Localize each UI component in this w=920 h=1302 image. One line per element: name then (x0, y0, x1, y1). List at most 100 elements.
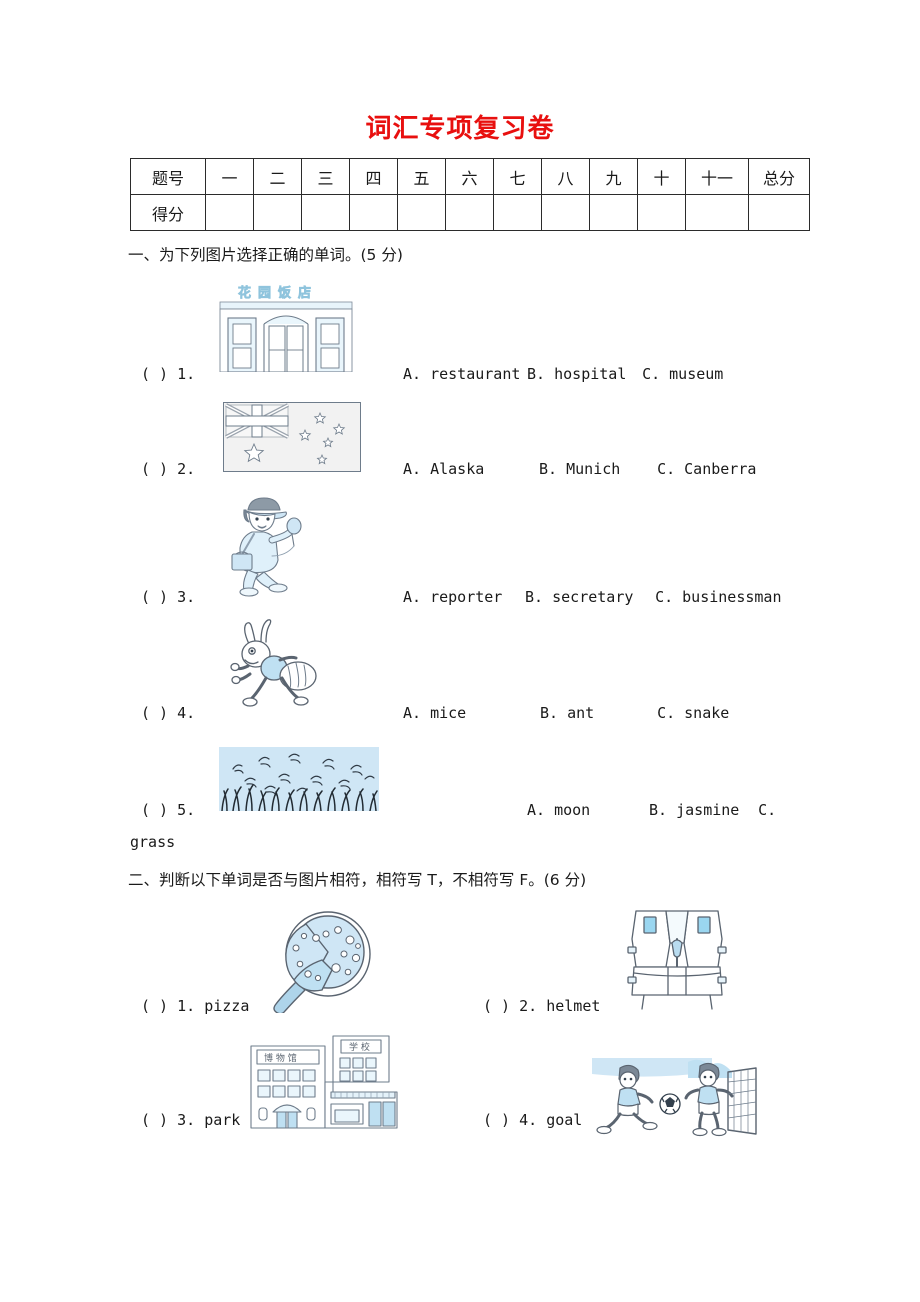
score-table-col-7: 七 (493, 158, 542, 195)
option-a[interactable]: A. mice (403, 704, 531, 722)
picture-boys-playing-soccer-goal (592, 1058, 758, 1140)
svg-text:博 物 馆: 博 物 馆 (264, 1052, 297, 1064)
option-c[interactable]: C. businessman (655, 588, 781, 606)
score-table-col-8: 八 (541, 158, 590, 195)
picture-pizza-in-pan (252, 908, 380, 1013)
option-b[interactable]: B. jasmine (649, 801, 749, 819)
question-number: 5. (177, 801, 196, 819)
question-3-options: A. reporter B. secretary C. businessman (403, 588, 782, 606)
score-table-col-9: 九 (589, 158, 638, 195)
option-b[interactable]: B. ant (540, 704, 648, 722)
answer-bracket[interactable]: ( ) (141, 460, 168, 478)
option-b[interactable]: B. secretary (525, 588, 646, 606)
score-table-col-6: 六 (445, 158, 494, 195)
tf-item-1[interactable]: ( ) 1. pizza (141, 997, 249, 1015)
score-table: 题号 一 二 三 四 五 六 七 八 九 十 十一 总分 得分 (130, 158, 810, 231)
score-table-col-1: 一 (205, 158, 254, 195)
score-cell-6[interactable] (445, 194, 494, 231)
question-2-options: A. Alaska B. Munich C. Canberra (403, 460, 756, 478)
answer-bracket[interactable]: ( ) (141, 1111, 168, 1129)
svg-text:花: 花 (238, 285, 251, 301)
tf-item-3[interactable]: ( ) 3. park (141, 1111, 240, 1129)
score-cell-8[interactable] (541, 194, 590, 231)
option-a[interactable]: A. restaurant (403, 365, 520, 383)
question-5-marker[interactable]: ( ) 5. (141, 801, 195, 819)
picture-australian-flag (223, 402, 361, 472)
score-cell-7[interactable] (493, 194, 542, 231)
tf-number: 1. (177, 997, 196, 1015)
score-table-col-11: 十一 (685, 158, 749, 195)
score-cell-11[interactable] (685, 194, 749, 231)
option-b[interactable]: B. Munich (539, 460, 648, 478)
svg-text:饭: 饭 (277, 285, 291, 301)
score-table-col-10: 十 (637, 158, 686, 195)
question-4-options: A. mice B. ant C. snake (403, 704, 729, 722)
score-table-col-4: 四 (349, 158, 398, 195)
score-cell-2[interactable] (253, 194, 302, 231)
answer-bracket[interactable]: ( ) (141, 365, 168, 383)
option-c[interactable]: C. museum (642, 365, 723, 383)
picture-life-jacket-vest (622, 903, 734, 1013)
answer-bracket[interactable]: ( ) (483, 997, 510, 1015)
score-cell-9[interactable] (589, 194, 638, 231)
question-number: 4. (177, 704, 196, 722)
score-cell-4[interactable] (349, 194, 398, 231)
option-c[interactable]: C. snake (657, 704, 729, 722)
question-number: 1. (177, 365, 196, 383)
tf-number: 4. (519, 1111, 538, 1129)
score-cell-5[interactable] (397, 194, 446, 231)
section-one-heading: 一、为下列图片选择正确的单词。(5 分) (128, 246, 403, 264)
answer-bracket[interactable]: ( ) (141, 801, 168, 819)
tf-word: park (204, 1111, 241, 1129)
option-b[interactable]: B. hospital (527, 365, 633, 383)
score-cell-10[interactable] (637, 194, 686, 231)
question-number: 2. (177, 460, 196, 478)
score-cell-3[interactable] (301, 194, 350, 231)
score-table-col-5: 五 (397, 158, 446, 195)
page-title: 词汇专项复习卷 (365, 114, 555, 144)
svg-text:学 校: 学 校 (349, 1041, 370, 1053)
score-table-col-2: 二 (253, 158, 302, 195)
worksheet-page: 词汇专项复习卷 题号 一 二 三 四 五 六 七 八 九 十 十一 总分 得分 (0, 0, 920, 1302)
table-row-header: 题号 一 二 三 四 五 六 七 八 九 十 十一 总分 (130, 158, 810, 195)
option-a[interactable]: A. moon (527, 801, 640, 819)
question-5-option-c-wrapped[interactable]: grass (130, 833, 175, 851)
answer-bracket[interactable]: ( ) (483, 1111, 510, 1129)
answer-bracket[interactable]: ( ) (141, 704, 168, 722)
tf-number: 3. (177, 1111, 196, 1129)
tf-word: helmet (546, 997, 601, 1015)
score-table-col-total: 总分 (748, 158, 810, 195)
score-table-row-label-score: 得分 (130, 194, 206, 231)
picture-grass-field (219, 747, 379, 811)
section-two-heading: 二、判断以下单词是否与图片相符，相符写 T，不相符写 F。(6 分) (128, 871, 587, 889)
question-4-marker[interactable]: ( ) 4. (141, 704, 195, 722)
score-table-row-label: 题号 (130, 158, 206, 195)
question-5-options: A. moon B. jasmine C. (527, 801, 776, 819)
svg-text:园: 园 (258, 286, 271, 301)
option-c[interactable]: C. (758, 801, 776, 819)
score-cell-total[interactable] (748, 194, 810, 231)
score-table-col-3: 三 (301, 158, 350, 195)
question-number: 3. (177, 588, 196, 606)
picture-reporter-with-microphone (228, 492, 328, 597)
question-2-marker[interactable]: ( ) 2. (141, 460, 195, 478)
question-3-marker[interactable]: ( ) 3. (141, 588, 195, 606)
tf-number: 2. (519, 997, 538, 1015)
tf-item-4[interactable]: ( ) 4. goal (483, 1111, 582, 1129)
tf-word: pizza (204, 997, 250, 1015)
answer-bracket[interactable]: ( ) (141, 997, 168, 1015)
answer-bracket[interactable]: ( ) (141, 588, 168, 606)
option-c[interactable]: C. Canberra (657, 460, 756, 478)
question-1-marker[interactable]: ( ) 1. (141, 365, 195, 383)
picture-walking-ant (228, 618, 324, 710)
picture-museum-and-school-buildings: 博 物 馆 学 校 (247, 1032, 402, 1130)
question-1-options: A. restaurant B. hospital C. museum (403, 365, 723, 383)
tf-word: goal (546, 1111, 583, 1129)
svg-text:店: 店 (298, 285, 311, 301)
picture-restaurant-building: 花园饭店 (216, 280, 356, 372)
option-a[interactable]: A. reporter (403, 588, 516, 606)
tf-item-2[interactable]: ( ) 2. helmet (483, 997, 600, 1015)
table-row-score: 得分 (130, 194, 810, 231)
score-cell-1[interactable] (205, 194, 254, 231)
option-a[interactable]: A. Alaska (403, 460, 530, 478)
